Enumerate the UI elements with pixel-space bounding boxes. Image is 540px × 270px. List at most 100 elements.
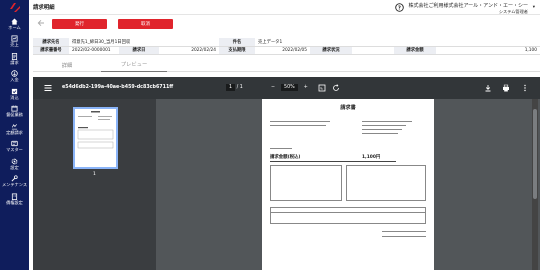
- sidebar-item-settings[interactable]: 設定: [0, 155, 29, 173]
- text-line: [362, 133, 398, 134]
- customer-value: 得意先1_締日30_当月1日回収: [69, 38, 219, 47]
- zoom-level[interactable]: 50%: [281, 84, 298, 91]
- text-line: [362, 121, 412, 122]
- sidebar-item-label: ホーム: [8, 24, 21, 30]
- user-menu[interactable]: 株式会社ご利用様式会社アール・アンド・エー・シー システム管理者: [388, 3, 528, 15]
- wrench-icon: [11, 175, 18, 182]
- sidebar-item-dunning[interactable]: 督促業務: [0, 103, 29, 121]
- sidebar-item-label: 債権設定: [6, 199, 23, 205]
- sidebar-item-master[interactable]: マスター: [0, 138, 29, 156]
- sidebar-item-label: 設定: [10, 164, 19, 170]
- logo-icon: [9, 3, 20, 12]
- thumbnail-panel: 1: [33, 99, 156, 270]
- fit-page-icon[interactable]: [318, 84, 326, 92]
- sidebar-item-label: 入金: [10, 77, 19, 83]
- viewer-toolbar: e54d6db2-199a-40ae-b459-dc83cb6711ff 1 /…: [33, 77, 540, 99]
- sidebar-item-label: マスター: [6, 147, 23, 153]
- scrollbar-thumb[interactable]: [533, 109, 537, 199]
- home-icon: [11, 18, 18, 25]
- tab-bar: 詳細 プレビュー: [33, 57, 540, 72]
- sidebar-item-credit[interactable]: 債権設定: [0, 190, 29, 208]
- invoice-number-label: 請求書番号: [33, 46, 69, 55]
- invoice-date-label: 請求日: [119, 46, 159, 55]
- thumbnail-preview: [77, 111, 114, 149]
- status-value: [352, 46, 394, 55]
- building-icon: [11, 193, 18, 200]
- sidebar-item-maintenance[interactable]: メンテナンス: [0, 173, 29, 191]
- subject-value: 売上データ1: [255, 38, 540, 47]
- invoice-icon: [11, 52, 18, 60]
- back-arrow-icon[interactable]: [37, 19, 45, 27]
- logo: [0, 0, 29, 15]
- sidebar-item-deposit[interactable]: 入金: [0, 68, 29, 86]
- invoice-number-value: 2022/02-0000001: [69, 46, 119, 55]
- text-line: [362, 129, 402, 130]
- sidebar-item-label: 売上: [10, 42, 19, 48]
- reconcile-icon: [11, 88, 18, 94]
- sidebar-item-label: 消込: [10, 94, 19, 100]
- underline: [270, 161, 396, 162]
- customer-label: 請求先名: [33, 38, 69, 47]
- zoom-in-icon[interactable]: +: [304, 85, 308, 90]
- menu-icon[interactable]: [44, 84, 52, 92]
- sidebar-item-sales[interactable]: 売上: [0, 33, 29, 51]
- text-line: [270, 125, 326, 126]
- tab-preview[interactable]: プレビュー: [101, 57, 167, 72]
- sidebar: ホーム 売上 請求 入金 消込 督促業務 定額請求 マスター 設定 メンテナンス…: [0, 0, 29, 270]
- due-date-label: 支払期限: [219, 46, 255, 55]
- chevron-down-icon[interactable]: ▾: [533, 5, 535, 10]
- page-title: 請求明細: [33, 5, 55, 11]
- tab-details[interactable]: 詳細: [33, 57, 101, 72]
- subject-label: 件名: [219, 38, 255, 47]
- zoom-out-icon[interactable]: −: [271, 85, 275, 90]
- table-row: 請求先名 得意先1_締日30_当月1日回収 件名 売上データ1: [33, 38, 540, 47]
- sidebar-item-label: 定額請求: [6, 129, 23, 135]
- rotate-icon[interactable]: [332, 84, 340, 92]
- sidebar-item-invoice[interactable]: 請求: [0, 50, 29, 68]
- more-options-icon[interactable]: [521, 84, 529, 92]
- scrollbar[interactable]: [532, 99, 538, 270]
- total-line: [382, 236, 426, 237]
- zoom-controls: − 50% +: [271, 84, 308, 91]
- sidebar-item-home[interactable]: ホーム: [0, 15, 29, 33]
- sidebar-item-label: メンテナンス: [1, 182, 28, 188]
- recurring-icon: [11, 123, 18, 130]
- text-line: [362, 125, 406, 126]
- table-divider: [270, 212, 426, 213]
- table-row: 請求書番号 2022/02-0000001 請求日 2022/02/24 支払期…: [33, 46, 540, 55]
- invoice-amount-value: 1,100円: [362, 155, 381, 160]
- pdf-viewer[interactable]: e54d6db2-199a-40ae-b459-dc83cb6711ff 1 /…: [33, 77, 540, 270]
- print-icon[interactable]: [502, 84, 510, 92]
- thumbnail-page-number: 1: [93, 172, 96, 177]
- sidebar-item-recurring[interactable]: 定額請求: [0, 120, 29, 138]
- pdf-filename: e54d6db2-199a-40ae-b459-dc83cb6711ff: [62, 85, 174, 90]
- company-name: 株式会社ご利用様式会社アール・アンド・エー・シー: [408, 2, 528, 9]
- status-label: 請求状況: [310, 46, 352, 55]
- line-items-table: [270, 207, 426, 224]
- pdf-page: 請求書 請求金額(税込) 1,100円: [262, 99, 434, 270]
- invoice-info-table: 請求先名 得意先1_締日30_当月1日回収 件名 売上データ1 請求書番号 20…: [33, 38, 540, 55]
- download-icon[interactable]: [484, 84, 492, 92]
- header: 請求明細 ? 株式会社ご利用様式会社アール・アンド・エー・シー システム管理者 …: [29, 0, 540, 15]
- gear-icon: [11, 158, 18, 165]
- user-role: システム管理者: [498, 8, 528, 14]
- invoice-date-value: 2022/02/24: [159, 46, 219, 55]
- invoice-amount-label: 請求金額(税込): [270, 155, 301, 160]
- page-number-input[interactable]: 1: [226, 84, 236, 91]
- document-title: 請求書: [340, 105, 356, 111]
- notes-box: [270, 165, 342, 201]
- page-total: / 1: [236, 85, 243, 90]
- cancel-button[interactable]: 取消: [118, 19, 173, 29]
- text-line: [270, 148, 292, 149]
- sidebar-item-label: 請求: [10, 59, 19, 65]
- sidebar-item-label: 督促業務: [6, 112, 23, 118]
- page-thumbnail[interactable]: [73, 107, 118, 169]
- amount-value: 1,100: [436, 46, 540, 55]
- total-line: [382, 231, 426, 232]
- due-date-value: 2022/02/05: [255, 46, 310, 55]
- issue-button[interactable]: 発行: [52, 19, 107, 29]
- remarks-box: [346, 165, 426, 201]
- text-line: [270, 121, 330, 122]
- sidebar-item-reconcile[interactable]: 消込: [0, 85, 29, 103]
- page-indicator: 1 / 1: [226, 84, 243, 91]
